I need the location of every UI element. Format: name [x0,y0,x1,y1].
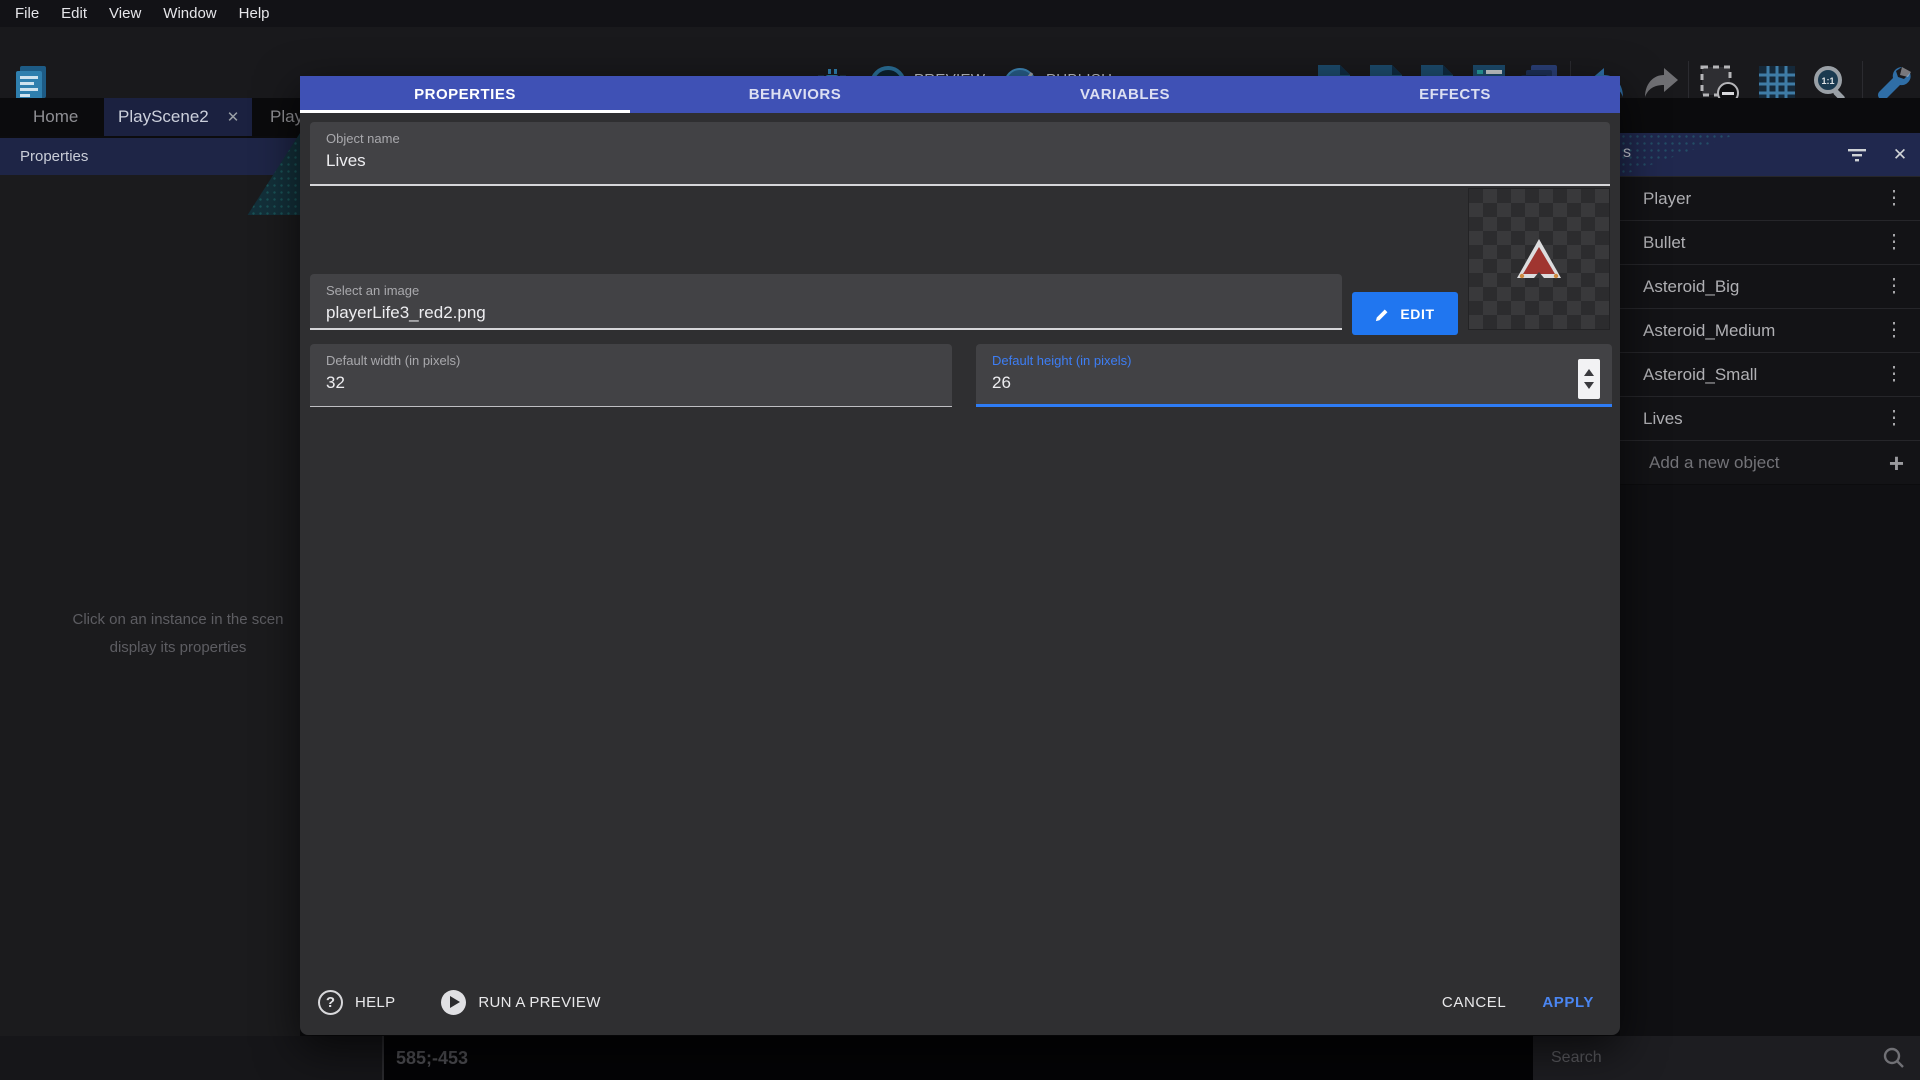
run-preview-icon[interactable] [441,990,466,1015]
object-name: Asteroid_Big [1643,277,1884,297]
object-properties-dialog: PROPERTIES BEHAVIORS VARIABLES EFFECTS O… [300,76,1620,1035]
statusbar-left [0,1036,382,1080]
close-icon[interactable]: ✕ [227,108,240,126]
tab-playscene2-label: PlayScene2 [118,107,209,127]
add-new-object-label: Add a new object [1643,453,1889,473]
menu-bar: File Edit View Window Help [0,0,1920,27]
objects-header-decoration [1620,133,1740,176]
object-name: Asteroid_Medium [1643,321,1884,341]
apply-button[interactable]: APPLY [1542,994,1594,1011]
menu-help[interactable]: Help [228,0,281,27]
kebab-menu-icon[interactable]: ⋮ [1884,187,1904,210]
help-button[interactable]: HELP [355,994,395,1011]
object-name: Bullet [1643,233,1884,253]
stepper-up-icon[interactable] [1584,369,1594,376]
image-select-input[interactable] [326,303,1326,323]
edit-button-label: EDIT [1400,306,1434,322]
object-name-input[interactable] [326,151,1594,171]
hint-line-1: Click on an instance in the scen [8,606,348,634]
edit-image-button[interactable]: EDIT [1352,292,1458,335]
kebab-menu-icon[interactable]: ⋮ [1884,407,1904,430]
objects-panel-header: s ✕ [1620,133,1920,176]
default-width-field: Default width (in pixels) [310,344,952,407]
properties-hint-text: Click on an instance in the scen display… [8,606,348,662]
close-panel-icon[interactable]: ✕ [1888,143,1912,167]
hint-line-2: display its properties [8,634,348,662]
tab-variables[interactable]: VARIABLES [960,76,1290,113]
menu-edit[interactable]: Edit [50,0,98,27]
properties-panel-header: Properties [0,138,300,175]
add-icon: + [1889,453,1904,473]
help-icon-glyph: ? [326,994,335,1011]
menu-window[interactable]: Window [152,0,227,27]
ship-sprite [1514,236,1564,282]
kebab-menu-icon[interactable]: ⋮ [1884,363,1904,386]
tab-home-label: Home [33,107,78,127]
default-height-field: Default height (in pixels) [976,344,1612,407]
kebab-menu-icon[interactable]: ⋮ [1884,231,1904,254]
object-row-player[interactable]: Player ⋮ [1620,176,1920,220]
tab-effects[interactable]: EFFECTS [1290,76,1620,113]
app-window: File Edit View Window Help [0,0,1920,1080]
default-height-input[interactable] [992,373,1505,393]
object-name-field: Object name [310,122,1610,186]
sprite-thumbnail[interactable] [1468,188,1610,330]
cursor-coordinates: 585;-453 [396,1048,468,1069]
filter-icon[interactable] [1845,143,1869,167]
object-name-label: Object name [326,131,1594,146]
object-row-asteroid-medium[interactable]: Asteroid_Medium ⋮ [1620,308,1920,352]
menu-view[interactable]: View [98,0,152,27]
svg-text:1:1: 1:1 [1821,76,1834,86]
image-select-label: Select an image [326,283,1326,298]
default-width-label: Default width (in pixels) [326,353,936,368]
menu-file[interactable]: File [4,0,50,27]
image-select-field: Select an image [310,274,1342,330]
pencil-icon [1375,306,1391,322]
tab-play-partial-label: Play [270,107,303,127]
help-icon[interactable]: ? [318,990,343,1015]
object-row-asteroid-small[interactable]: Asteroid_Small ⋮ [1620,352,1920,396]
tab-properties[interactable]: PROPERTIES [300,76,630,113]
run-preview-button[interactable]: RUN A PREVIEW [478,994,600,1011]
filter-icon-glyph [1847,147,1867,163]
object-name: Lives [1643,409,1884,429]
default-height-label: Default height (in pixels) [992,353,1596,368]
search-icon[interactable] [1882,1046,1906,1070]
kebab-menu-icon[interactable]: ⋮ [1884,319,1904,342]
object-row-bullet[interactable]: Bullet ⋮ [1620,220,1920,264]
object-row-asteroid-big[interactable]: Asteroid_Big ⋮ [1620,264,1920,308]
search-input[interactable] [1533,1049,1882,1067]
dialog-tab-bar: PROPERTIES BEHAVIORS VARIABLES EFFECTS [300,76,1620,113]
number-stepper[interactable] [1578,359,1600,399]
add-new-object-row[interactable]: Add a new object + [1620,440,1920,484]
objects-header-label-partial: s [1623,144,1631,162]
default-width-input[interactable] [326,373,936,393]
kebab-menu-icon[interactable]: ⋮ [1884,275,1904,298]
play-triangle [450,996,460,1008]
tab-behaviors[interactable]: BEHAVIORS [630,76,960,113]
object-row-lives[interactable]: Lives ⋮ [1620,396,1920,440]
tab-home[interactable]: Home [15,98,96,136]
tab-playscene2[interactable]: PlayScene2 ✕ [104,98,252,136]
object-name: Player [1643,189,1884,209]
objects-panel-body [1620,485,1920,1036]
objects-search-bar [1533,1036,1920,1080]
object-name: Asteroid_Small [1643,365,1884,385]
dialog-actions: ? HELP RUN A PREVIEW CANCEL APPLY [300,977,1620,1027]
statusbar: 585;-453 [384,1036,1533,1080]
cancel-button[interactable]: CANCEL [1442,994,1506,1011]
stepper-down-icon[interactable] [1584,382,1594,389]
